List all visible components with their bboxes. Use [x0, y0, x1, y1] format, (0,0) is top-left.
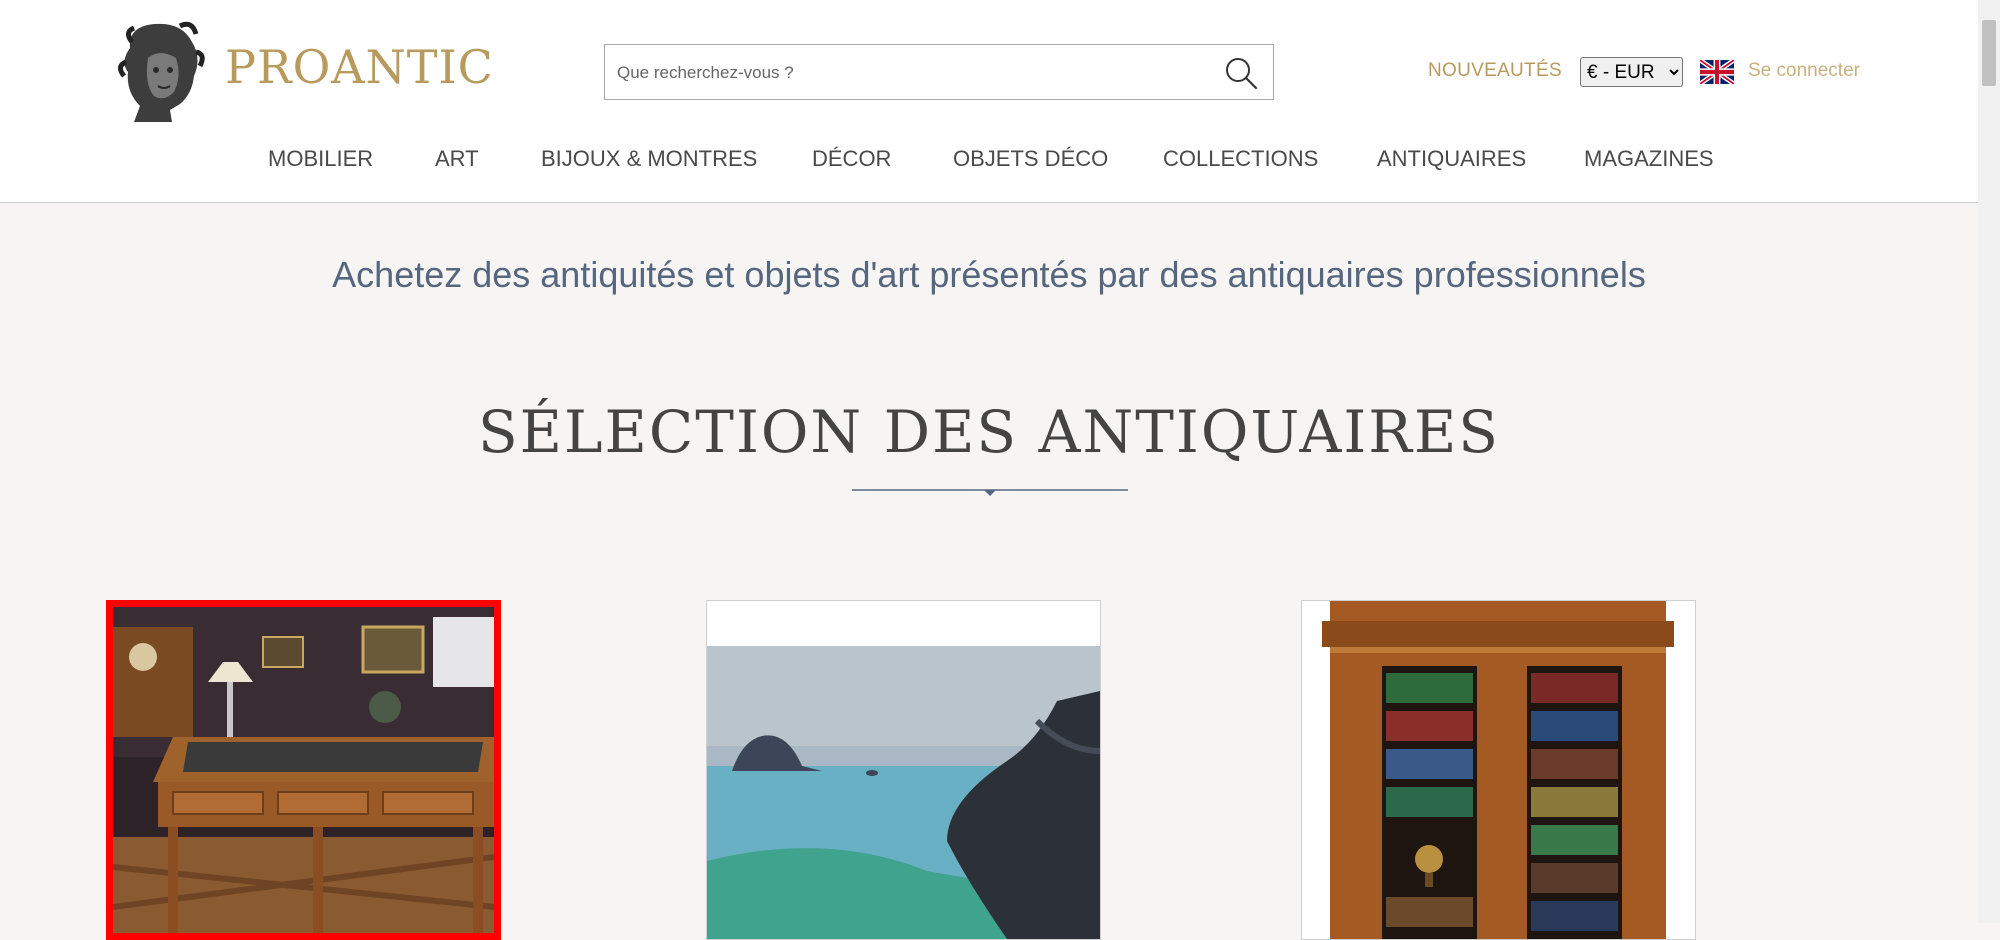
scrollbar-thumb[interactable] — [1982, 20, 1996, 86]
product-card-bookcase[interactable] — [1301, 600, 1696, 940]
vertical-scrollbar[interactable] — [1978, 0, 2000, 923]
seascape-painting-photo — [707, 601, 1100, 939]
nav-item-antiquaires[interactable]: ANTIQUAIRES — [1377, 146, 1526, 172]
search-input[interactable] — [615, 53, 1209, 93]
bookcase-photo — [1302, 601, 1695, 939]
nav-item-magazines[interactable]: MAGAZINES — [1584, 146, 1714, 172]
logo-wordmark: PROANTIC — [225, 40, 494, 94]
nav-item-decor[interactable]: DÉCOR — [812, 146, 891, 172]
title-divider — [852, 489, 1128, 496]
currency-select[interactable]: € - EUR — [1580, 57, 1683, 87]
site-logo[interactable]: PROANTIC — [110, 18, 493, 128]
product-card-seascape-painting[interactable] — [706, 600, 1101, 940]
product-card-writing-desk[interactable] — [106, 600, 501, 940]
nav-item-objets-deco[interactable]: OBJETS DÉCO — [953, 146, 1108, 172]
main-nav: MOBILIER ART BIJOUX & MONTRES DÉCOR OBJE… — [0, 146, 1978, 180]
bust-logo-icon — [118, 21, 205, 122]
nav-item-collections[interactable]: COLLECTIONS — [1163, 146, 1318, 172]
nav-item-bijoux-montres[interactable]: BIJOUX & MONTRES — [541, 146, 757, 172]
login-link[interactable]: Se connecter — [1748, 60, 1860, 82]
uk-flag-icon[interactable] — [1700, 60, 1734, 84]
nav-item-mobilier[interactable]: MOBILIER — [268, 146, 373, 172]
nav-item-art[interactable]: ART — [435, 146, 479, 172]
section-title: SÉLECTION DES ANTIQUAIRES — [477, 398, 1501, 466]
site-header: PROANTIC NOUVEAUTÉS € - EUR Se connecter… — [0, 0, 1978, 203]
search-icon[interactable] — [1223, 55, 1259, 91]
search-box — [604, 44, 1274, 100]
new-arrivals-link[interactable]: NOUVEAUTÉS — [1428, 60, 1562, 82]
writing-desk-photo — [113, 607, 494, 933]
page-tagline: Achetez des antiquités et objets d'art p… — [332, 254, 1646, 295]
